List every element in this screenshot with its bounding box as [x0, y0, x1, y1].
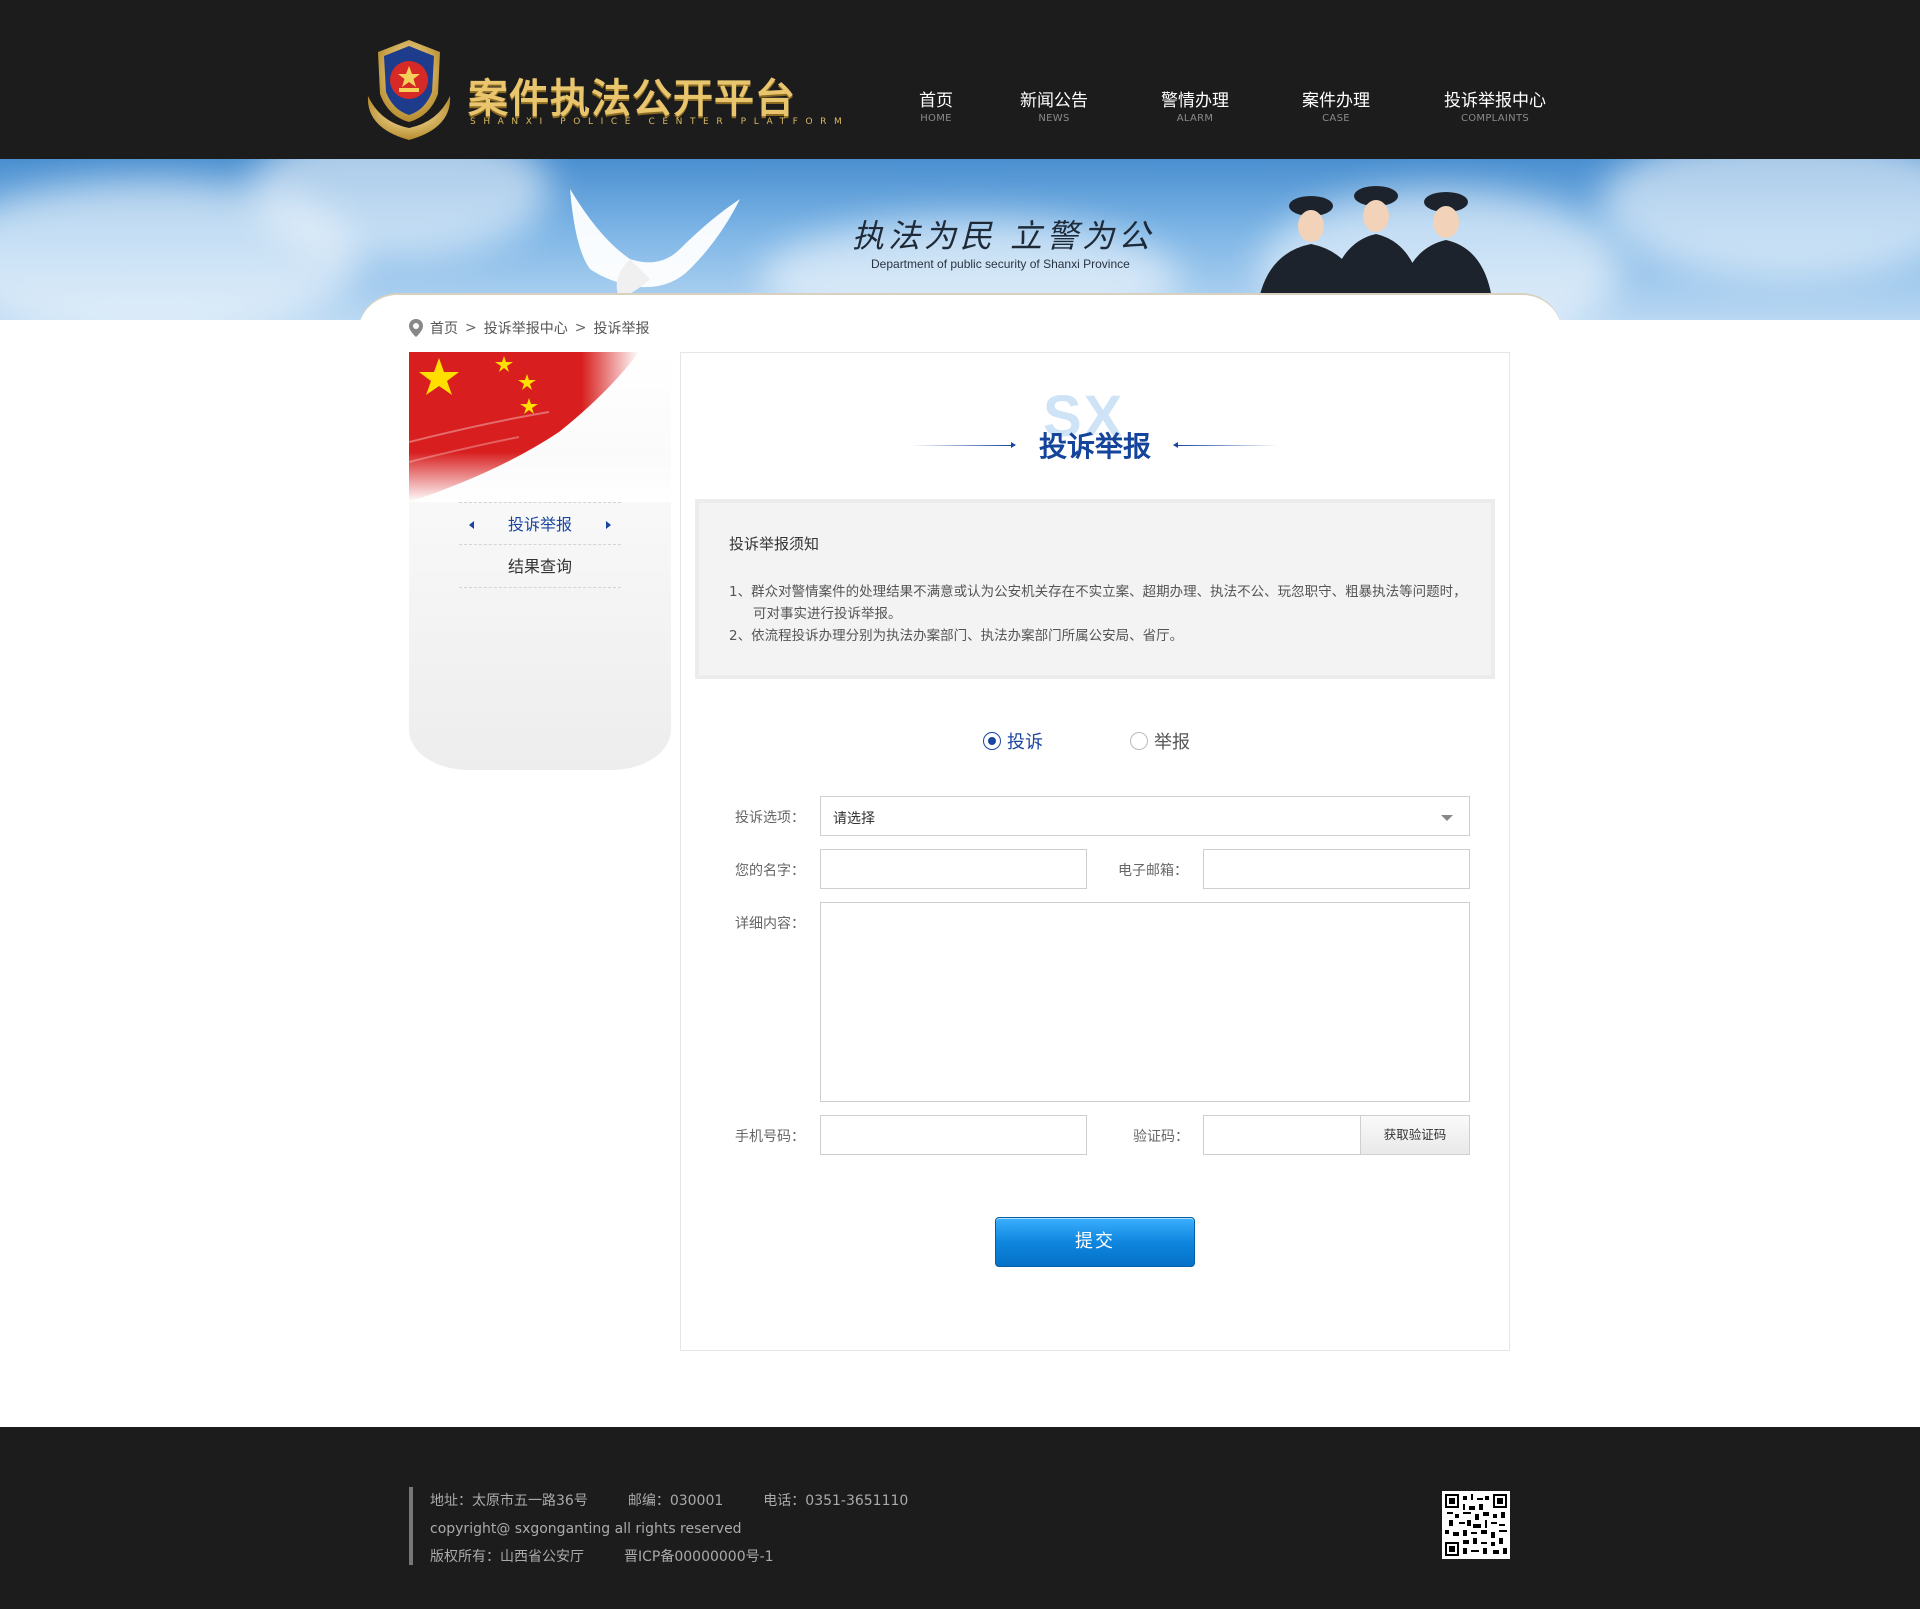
arrow-left-icon	[469, 521, 474, 529]
footer-divider	[409, 1487, 413, 1565]
radio-report-label: 举报	[1154, 732, 1190, 753]
notice-text: 1、群众对警情案件的处理结果不满意或认为公安机关存在不实立案、超期办理、执法不公…	[729, 581, 1469, 647]
nav-news-label: 新闻公告	[1020, 91, 1088, 111]
nav-case-sub: CASE	[1322, 113, 1350, 124]
verification-code-input[interactable]	[1203, 1115, 1361, 1155]
report-type-group: 投诉 举报	[681, 728, 1509, 754]
nav-news[interactable]: 新闻公告 NEWS	[1019, 90, 1089, 126]
footer-copyright: copyright@ sxgonganting all rights reser…	[430, 1521, 742, 1537]
footer-address: 地址：太原市五一路36号	[430, 1493, 588, 1509]
chevron-down-icon	[1441, 815, 1453, 821]
main-panel: SX 投诉举报 投诉举报须知 1、群众对警情案件的处理结果不满意或认为公安机关存…	[680, 352, 1510, 1351]
notice-item: 2、依流程投诉办理分别为执法办案部门、执法办案部门所属公安局、省厅。	[729, 628, 1184, 644]
hero-banner: 执法为民 立警为公 Department of public security …	[0, 159, 1920, 320]
footer-postcode: 邮编：030001	[627, 1493, 724, 1509]
get-code-button[interactable]: 获取验证码	[1360, 1115, 1470, 1155]
phone-label: 手机号码：	[735, 1129, 805, 1145]
dove-icon	[570, 189, 740, 299]
main-nav: 首页 HOME 新闻公告 NEWS 警情办理 ALARM 案件办理 CASE 投…	[0, 90, 1920, 130]
nav-case-label: 案件办理	[1302, 91, 1370, 111]
flag-image	[409, 352, 671, 502]
radio-complaint[interactable]: 投诉	[983, 728, 1043, 754]
breadcrumb-current[interactable]: 投诉举报	[593, 318, 649, 338]
footer-line-contact: 地址：太原市五一路36号 邮编：030001 电话：0351-3651110	[430, 1487, 908, 1515]
detail-textarea[interactable]	[820, 902, 1470, 1102]
qr-code-icon	[1442, 1491, 1510, 1559]
footer-icp[interactable]: 晋ICP备00000000号-1	[624, 1549, 774, 1565]
complaint-option-select[interactable]: 请选择	[820, 796, 1470, 836]
nav-alarm-label: 警情办理	[1161, 91, 1229, 111]
banner-curve	[358, 293, 1562, 320]
phone-input[interactable]	[820, 1115, 1087, 1155]
breadcrumb-home[interactable]: 首页	[430, 318, 458, 338]
breadcrumb: 首页 > 投诉举报中心 > 投诉举报	[409, 318, 649, 338]
radio-unchecked-icon	[1130, 732, 1148, 750]
site-footer: 地址：太原市五一路36号 邮编：030001 电话：0351-3651110 cop…	[0, 1427, 1920, 1609]
radio-checked-icon	[983, 732, 1001, 750]
nav-home-sub: HOME	[920, 113, 952, 124]
nav-complaints-sub: COMPLAINTS	[1460, 113, 1530, 124]
submit-button[interactable]: 提交	[995, 1217, 1195, 1267]
banner-slogan: 执法为民 立警为公	[852, 217, 1155, 255]
site-header: 案件执法公开平台 SHANXI POLICE CENTER PLATFORM 首…	[0, 0, 1920, 159]
radio-complaint-label: 投诉	[1007, 732, 1043, 753]
nav-complaints-label: 投诉举报中心	[1444, 91, 1546, 111]
side-item-complaint-report[interactable]: 投诉举报	[459, 502, 621, 545]
page-title: 投诉举报	[1038, 430, 1151, 463]
name-label: 您的名字：	[735, 863, 805, 879]
email-input[interactable]	[1203, 849, 1470, 889]
email-label: 电子邮箱：	[1118, 863, 1188, 879]
nav-complaints[interactable]: 投诉举报中心 COMPLAINTS	[1443, 90, 1547, 126]
nav-home-label: 首页	[919, 91, 953, 111]
breadcrumb-separator: >	[574, 320, 587, 336]
sidebar: 投诉举报 结果查询	[409, 352, 671, 770]
nav-home[interactable]: 首页 HOME	[918, 90, 954, 126]
nav-alarm[interactable]: 警情办理 ALARM	[1160, 90, 1230, 126]
footer-info: 地址：太原市五一路36号 邮编：030001 电话：0351-3651110 cop…	[430, 1487, 908, 1571]
name-input[interactable]	[820, 849, 1087, 889]
side-item-result-query[interactable]: 结果查询	[459, 545, 621, 588]
nav-news-sub: NEWS	[1038, 113, 1070, 124]
footer-owner: 版权所有：山西省公安厅	[430, 1549, 584, 1565]
notice-box: 投诉举报须知 1、群众对警情案件的处理结果不满意或认为公安机关存在不实立案、超期…	[695, 499, 1495, 679]
side-menu: 投诉举报 结果查询	[459, 502, 621, 588]
code-label: 验证码：	[1133, 1129, 1189, 1145]
notice-item: 1、群众对警情案件的处理结果不满意或认为公安机关存在不实立案、超期办理、执法不公…	[729, 584, 1467, 622]
location-pin-icon	[409, 319, 423, 337]
detail-label: 详细内容：	[735, 916, 805, 932]
radio-report[interactable]: 举报	[1130, 728, 1190, 754]
notice-title: 投诉举报须知	[729, 535, 820, 553]
breadcrumb-separator: >	[465, 320, 477, 336]
section-header: SX 投诉举报	[681, 383, 1509, 463]
nav-case[interactable]: 案件办理 CASE	[1301, 90, 1371, 126]
select-value: 请选择	[833, 811, 875, 827]
banner-slogan-en: Department of public security of Shanxi …	[871, 257, 1130, 271]
breadcrumb-complaints-center[interactable]: 投诉举报中心	[484, 318, 568, 338]
footer-phone: 电话：0351-3651110	[763, 1493, 909, 1509]
side-item-label: 结果查询	[507, 557, 572, 576]
footer-line-owner: 版权所有：山西省公安厅 晋ICP备00000000号-1	[430, 1543, 908, 1571]
title-line-right	[1178, 445, 1278, 446]
nav-alarm-sub: ALARM	[1176, 113, 1214, 124]
option-label: 投诉选项：	[735, 810, 805, 826]
arrow-right-icon	[606, 521, 611, 529]
side-item-label: 投诉举报	[507, 515, 572, 534]
